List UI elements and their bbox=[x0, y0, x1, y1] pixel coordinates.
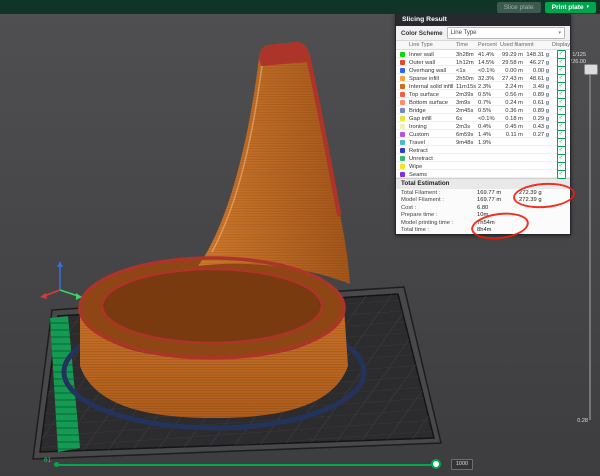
line-type-color-swatch bbox=[400, 156, 405, 161]
display-checkbox[interactable]: ✓ bbox=[557, 170, 566, 179]
line-type-color-swatch bbox=[400, 52, 405, 57]
top-bar: Slice plate Print plate ▾ bbox=[0, 0, 600, 14]
move-slider-track[interactable] bbox=[57, 464, 437, 466]
print-plate-label: Print plate bbox=[552, 2, 584, 13]
line-type-row: Gap infill 6s <0.1% 0.18 m 0.29 g ✓ bbox=[396, 114, 570, 122]
col-used-filament: Used filament bbox=[500, 42, 552, 48]
col-display: Display bbox=[552, 42, 570, 48]
line-type-color-swatch bbox=[400, 140, 405, 145]
line-type-color-swatch bbox=[400, 108, 405, 113]
line-type-color-swatch bbox=[400, 148, 405, 153]
line-type-row: Bottom surface 3m9s 0.7% 0.24 m 0.61 g ✓ bbox=[396, 98, 570, 106]
move-slider-handle[interactable] bbox=[431, 459, 441, 469]
table-header-row: Line Type Time Percent Used filament Dis… bbox=[396, 41, 570, 50]
line-type-color-swatch bbox=[400, 116, 405, 121]
line-type-row: Inner wall 3h28m 41.4% 99.29 m 148.31 g … bbox=[396, 50, 570, 58]
plate-label: 01 bbox=[44, 457, 52, 464]
line-type-row: Retract ✓ bbox=[396, 146, 570, 154]
line-type-row: Seams ✓ bbox=[396, 170, 570, 178]
chevron-down-icon: ▾ bbox=[558, 30, 561, 36]
color-scheme-label: Color Scheme bbox=[401, 30, 443, 37]
col-time: Time bbox=[456, 42, 478, 48]
move-slider-value: 1000 bbox=[451, 459, 473, 470]
line-type-color-swatch bbox=[400, 60, 405, 65]
col-percent: Percent bbox=[478, 42, 500, 48]
line-type-color-swatch bbox=[400, 100, 405, 105]
color-scheme-value: Line Type bbox=[451, 30, 477, 36]
panel-title: Slicing Result bbox=[396, 14, 570, 26]
print-plate-button[interactable]: Print plate ▾ bbox=[545, 2, 596, 13]
line-type-row: Overhang wall <1s <0.1% 0.00 m 0.00 g ✓ bbox=[396, 66, 570, 74]
slice-plate-button[interactable]: Slice plate bbox=[497, 2, 541, 13]
chevron-down-icon: ▾ bbox=[586, 5, 589, 10]
line-type-row: Top surface 2m39s 0.5% 0.56 m 0.89 g ✓ bbox=[396, 90, 570, 98]
line-type-color-swatch bbox=[400, 68, 405, 73]
color-scheme-select[interactable]: Line Type ▾ bbox=[447, 27, 565, 39]
col-line-type: Line Type bbox=[409, 42, 456, 48]
slice-plate-label: Slice plate bbox=[504, 2, 534, 13]
layer-slider-track[interactable] bbox=[589, 72, 591, 420]
line-type-color-swatch bbox=[400, 124, 405, 129]
line-type-row: Wipe ✓ bbox=[396, 162, 570, 170]
line-type-row: Ironing 2m3s 0.4% 0.45 m 0.43 g ✓ bbox=[396, 122, 570, 130]
line-type-row: Internal solid infill 11m15s 2.3% 2.24 m… bbox=[396, 82, 570, 90]
line-type-color-swatch bbox=[400, 164, 405, 169]
line-type-row: Bridge 2m45s 0.5% 0.36 m 0.89 g ✓ bbox=[396, 106, 570, 114]
line-type-row: Sparse infill 2h50m 32.3% 27.43 m 48.61 … bbox=[396, 74, 570, 82]
line-type-color-swatch bbox=[400, 76, 405, 81]
layer-slider-handle[interactable] bbox=[584, 64, 598, 75]
line-type-row: Custom 6m59s 1.4% 0.11 m 0.27 g ✓ bbox=[396, 130, 570, 138]
line-type-color-swatch bbox=[400, 92, 405, 97]
layer-slider-bottom-label: 0.28 bbox=[568, 418, 588, 424]
line-type-row: Travel 9m48s 1.9% ✓ bbox=[396, 138, 570, 146]
line-type-color-swatch bbox=[400, 132, 405, 137]
line-type-row: Unretract ✓ bbox=[396, 154, 570, 162]
line-type-color-swatch bbox=[400, 84, 405, 89]
line-type-color-swatch bbox=[400, 172, 405, 177]
line-type-table: Inner wall 3h28m 41.4% 99.29 m 148.31 g … bbox=[396, 50, 570, 178]
move-slider-start-dot bbox=[54, 462, 59, 467]
line-type-row: Outer wall 1h12m 14.5% 29.58 m 46.27 g ✓ bbox=[396, 58, 570, 66]
